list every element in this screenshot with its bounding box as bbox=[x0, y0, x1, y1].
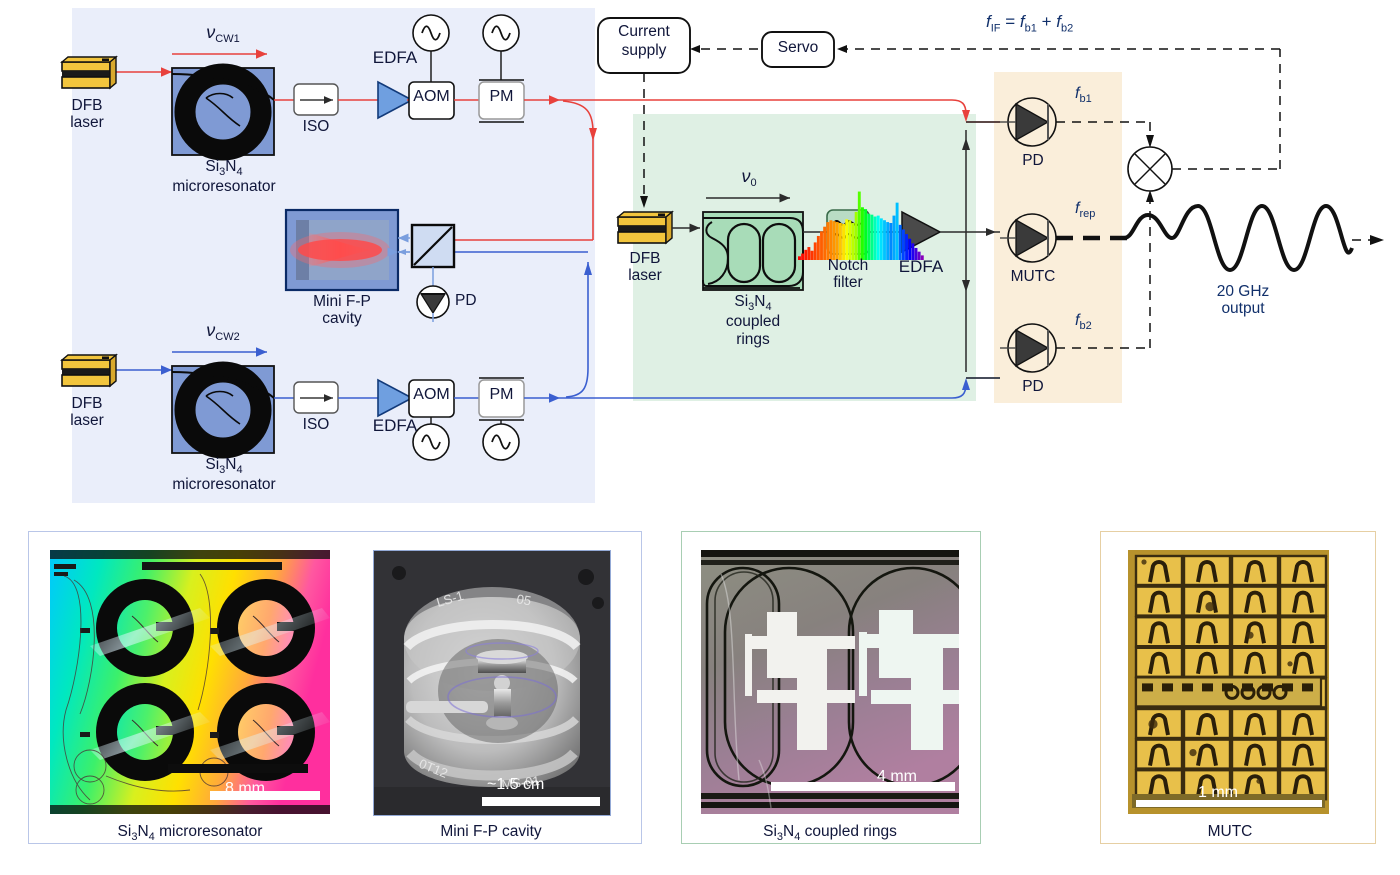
frep-label: frep bbox=[1075, 200, 1096, 221]
spectrum-bar bbox=[848, 220, 852, 260]
nu-symbol: ν bbox=[206, 22, 216, 42]
coupled-rings-label: Si3N4 coupled rings bbox=[725, 293, 781, 348]
spectrum-bar bbox=[879, 218, 883, 261]
schematic-diagram bbox=[0, 0, 1400, 520]
servo-label: Servo bbox=[777, 39, 819, 56]
fb1-label: fb1 bbox=[1075, 85, 1092, 106]
mutc-scalebar-label: 1 mm bbox=[1198, 784, 1238, 801]
pm-label-cw1: PM bbox=[489, 88, 514, 105]
spectrum-bar bbox=[892, 215, 896, 260]
dfb-laser-label-comb: DFB laser bbox=[628, 250, 662, 285]
spectrum-bar bbox=[870, 214, 874, 260]
coupled-rings-caption: Si3N4 coupled rings bbox=[763, 823, 897, 844]
output-label: 20 GHz output bbox=[1216, 283, 1270, 318]
nu0-label: ν0 bbox=[741, 166, 757, 190]
spectrum-bar bbox=[857, 191, 861, 260]
fp-cavity-scalebar-label: ~1.5 cm bbox=[487, 776, 545, 793]
spectrum-bar bbox=[883, 220, 886, 260]
nu-cw1-label: νCW1 bbox=[206, 22, 240, 46]
if-formula: fIF = fb1 + fb2 bbox=[986, 12, 1074, 35]
nu-symbol: ν bbox=[206, 320, 216, 340]
spectrum-bar bbox=[798, 256, 801, 260]
spectrum-bar bbox=[873, 216, 877, 260]
spectrum-bar bbox=[823, 226, 827, 260]
coupled-rings-scalebar-label: 4 mm bbox=[877, 768, 917, 785]
fb2-label: fb2 bbox=[1075, 312, 1092, 333]
dfb-laser-icon-cw1 bbox=[60, 55, 118, 90]
spectrum-bar bbox=[826, 222, 830, 260]
mutc-test-structures bbox=[1134, 676, 1323, 708]
mutc-defect bbox=[1287, 661, 1293, 667]
nu-cw2-label: νCW2 bbox=[206, 320, 240, 344]
dfb-laser-icon-cw2 bbox=[60, 353, 118, 388]
current-supply-label: Current supply bbox=[618, 23, 670, 59]
spectrum-bar bbox=[861, 207, 864, 260]
spectrum-bar bbox=[835, 222, 839, 260]
edfa-label-cw2: EDFA bbox=[372, 416, 418, 435]
spectrum-bar bbox=[807, 247, 811, 260]
dfb-laser-label-cw1: DFB laser bbox=[70, 97, 104, 132]
dfb-laser-label-cw2: DFB laser bbox=[70, 395, 104, 430]
mutc-test-pad bbox=[1162, 683, 1173, 692]
spectrum-bar bbox=[898, 224, 902, 260]
mutc-defect bbox=[1246, 631, 1254, 639]
spectrum-bar bbox=[832, 221, 836, 260]
mutc-label: MUTC bbox=[1010, 268, 1056, 285]
spectrum-bar bbox=[876, 215, 880, 260]
microresonator-label-cw1: Si3N4 microresonator bbox=[172, 158, 276, 196]
aom-label-cw2: AOM bbox=[413, 386, 450, 403]
mutc-caption: MUTC bbox=[1207, 823, 1253, 840]
mutc-defect bbox=[1256, 778, 1262, 784]
spectrum-bar bbox=[845, 219, 849, 260]
fp-cavity-caption: Mini F-P cavity bbox=[440, 823, 542, 840]
cavity-pd-label: PD bbox=[455, 292, 477, 309]
mutc-defect bbox=[1148, 719, 1158, 729]
microresonator-label-cw2: Si3N4 microresonator bbox=[172, 456, 276, 494]
output-waveform bbox=[1123, 203, 1354, 273]
spectrum-bar bbox=[854, 211, 858, 260]
spectrum-bar bbox=[829, 220, 833, 260]
coupled-rings-photo bbox=[701, 550, 959, 814]
dfb-laser-icon-comb bbox=[616, 210, 674, 245]
svg-text:05: 05 bbox=[515, 591, 532, 608]
pm-label-cw2: PM bbox=[489, 386, 514, 403]
spectrum-bar bbox=[901, 229, 905, 260]
spectrum-bar bbox=[820, 231, 823, 261]
microresonator-caption: Si3N4 microresonator bbox=[117, 823, 263, 844]
spectrum-bar bbox=[842, 223, 845, 260]
notch-filter-label: Notch filter bbox=[827, 257, 869, 292]
iso-label-cw2: ISO bbox=[302, 416, 330, 433]
iso-label-cw1: ISO bbox=[302, 118, 330, 135]
mutc-test-pad bbox=[1142, 683, 1153, 692]
pd-bottom-label: PD bbox=[1022, 378, 1044, 395]
rf-mixer bbox=[1127, 146, 1173, 192]
spectrum-bar bbox=[867, 213, 871, 260]
mutc-test-pad bbox=[1202, 683, 1213, 692]
aom-label-cw1: AOM bbox=[413, 88, 450, 105]
spectrum-bar bbox=[895, 202, 899, 260]
spectrum-bar bbox=[804, 249, 808, 261]
microresonator-scalebar-label: 8 mm bbox=[225, 780, 265, 797]
fp-cavity-label: Mini F-P cavity bbox=[313, 293, 371, 328]
mutc-defect bbox=[1205, 602, 1215, 612]
microresonator-photo bbox=[50, 550, 330, 814]
mutc-photo bbox=[1128, 550, 1329, 814]
mutc-defect bbox=[1189, 749, 1197, 757]
spectrum-bar bbox=[838, 223, 842, 260]
spectrum-bar bbox=[801, 253, 805, 260]
mutc-test-pad bbox=[1182, 683, 1193, 692]
edfa-label-comb: EDFA bbox=[898, 257, 944, 276]
spectrum-bar bbox=[889, 223, 893, 260]
spectrum-bar bbox=[851, 223, 855, 260]
mutc-test-pad bbox=[1302, 683, 1313, 692]
pd-top-label: PD bbox=[1022, 152, 1044, 169]
spectrum-bar bbox=[886, 222, 890, 260]
mutc-defect bbox=[1141, 559, 1147, 565]
edfa-label-cw1: EDFA bbox=[372, 48, 418, 67]
spectrum-bar bbox=[864, 209, 868, 261]
